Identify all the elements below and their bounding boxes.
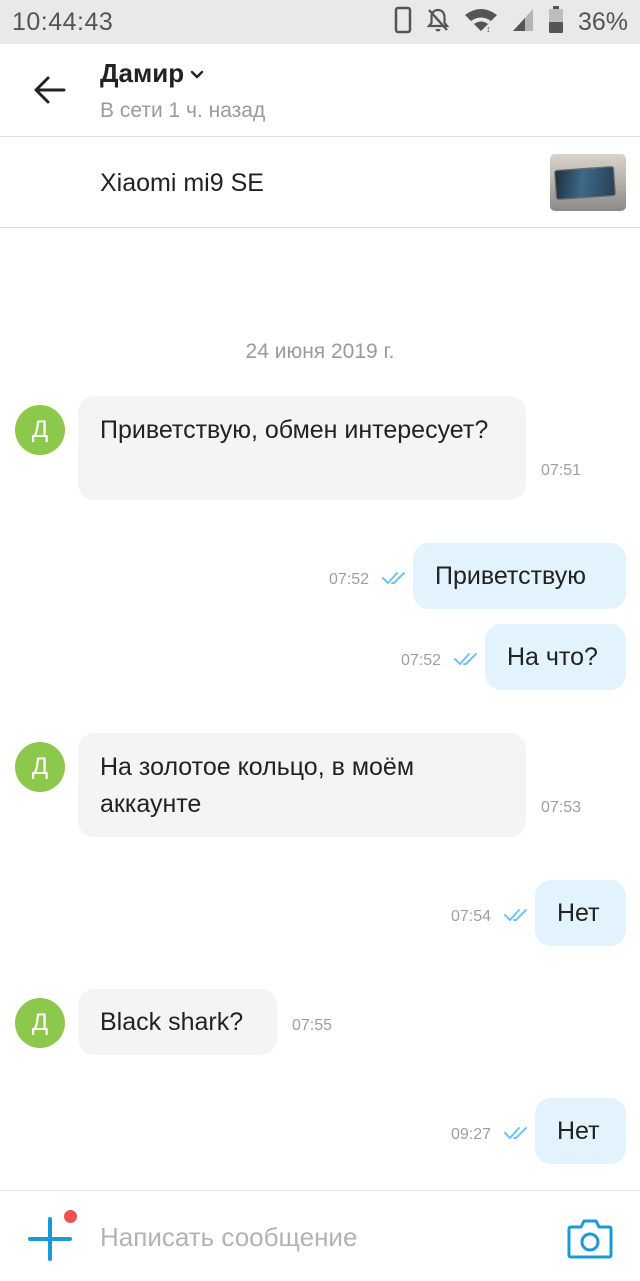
- read-ticks-icon: [382, 572, 405, 584]
- message-text: Нет: [557, 1116, 600, 1145]
- phone-photo: [554, 165, 616, 201]
- contact-online-status: В сети 1 ч. назад: [100, 99, 266, 122]
- contact-avatar[interactable]: Д: [15, 998, 65, 1048]
- listing-bar[interactable]: Xiaomi mi9 SE: [0, 137, 640, 228]
- contact-name: Дамир: [100, 58, 185, 88]
- message-text: Нет: [557, 898, 600, 927]
- read-ticks-icon: [454, 653, 477, 665]
- message-time: 07:54: [451, 908, 492, 925]
- message-bubble-outgoing[interactable]: На что?: [485, 624, 626, 690]
- attach-button[interactable]: [28, 1217, 72, 1261]
- message-text: На золотое кольцо, в моём аккаунте: [100, 753, 415, 818]
- message-composer: [0, 1190, 640, 1281]
- status-icons: ↕ 36%: [394, 5, 628, 39]
- notifications-off-icon: [426, 7, 450, 38]
- camera-button[interactable]: [567, 1217, 613, 1259]
- status-bar: 10:44:43 ↕ 36%: [0, 0, 640, 44]
- arrow-left-icon: [34, 76, 66, 104]
- message-input[interactable]: [100, 1213, 540, 1261]
- message-bubble-incoming[interactable]: Black shark?: [78, 989, 277, 1055]
- chat-header: Дамир В сети 1 ч. назад: [0, 44, 640, 137]
- message-bubble-outgoing[interactable]: Приветствую: [413, 543, 626, 609]
- vibrate-icon: [394, 6, 412, 39]
- message-time: 07:51: [541, 462, 582, 479]
- listing-title: Xiaomi mi9 SE: [100, 169, 264, 197]
- message-bubble-incoming[interactable]: Приветствую, обмен интересует?: [78, 396, 526, 500]
- message-text: Black shark?: [100, 1007, 244, 1036]
- wifi-icon: ↕: [464, 7, 498, 38]
- read-ticks-icon: [504, 909, 527, 921]
- message-time: 07:52: [329, 571, 370, 588]
- plus-icon: [28, 1217, 72, 1261]
- notification-dot: [64, 1210, 77, 1223]
- message-text: Приветствую: [435, 561, 587, 590]
- message-bubble-outgoing[interactable]: Нет: [535, 1098, 626, 1164]
- battery-icon: [548, 5, 564, 39]
- listing-thumbnail[interactable]: [550, 154, 626, 211]
- svg-text:↕: ↕: [486, 24, 491, 33]
- back-button[interactable]: [26, 70, 74, 110]
- read-ticks-icon: [504, 1127, 527, 1139]
- contact-name-dropdown[interactable]: Дамир: [100, 58, 204, 89]
- message-time: 09:27: [451, 1126, 492, 1143]
- battery-percentage: 36%: [577, 7, 628, 36]
- contact-avatar[interactable]: Д: [15, 405, 65, 455]
- message-time: 07:53: [541, 799, 582, 816]
- date-separator: 24 июня 2019 г.: [245, 340, 395, 363]
- message-text: Приветствую, обмен интересует?: [100, 416, 489, 444]
- signal-icon: [512, 8, 534, 37]
- status-time: 10:44:43: [12, 8, 114, 36]
- chevron-down-icon: [190, 70, 204, 78]
- contact-avatar[interactable]: Д: [15, 742, 65, 792]
- message-time: 07:52: [401, 652, 442, 669]
- message-bubble-incoming[interactable]: На золотое кольцо, в моём аккаунте: [78, 733, 526, 837]
- message-time: 07:55: [292, 1017, 333, 1034]
- camera-icon: [567, 1219, 613, 1259]
- message-bubble-outgoing[interactable]: Нет: [535, 880, 626, 946]
- message-text: На что?: [507, 642, 598, 671]
